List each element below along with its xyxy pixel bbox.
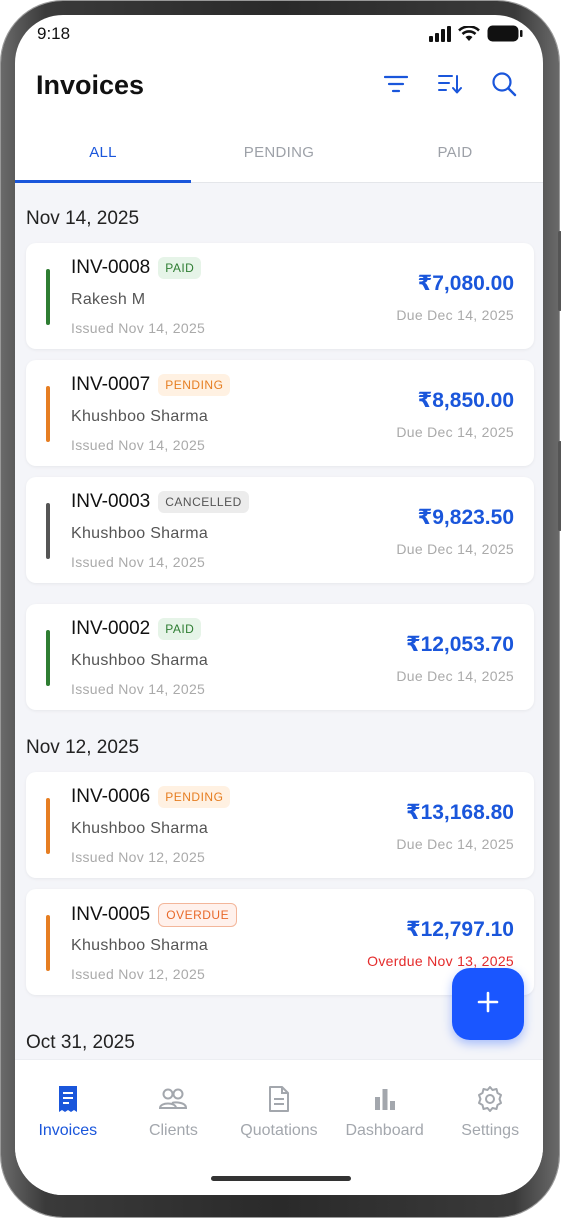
status-badge: CANCELLED (158, 491, 249, 513)
invoice-icon (53, 1084, 83, 1114)
invoice-card[interactable]: INV-0006 PENDING Khushboo Sharma Issued … (26, 772, 534, 878)
status-badge: OVERDUE (158, 903, 238, 927)
nav-item-quotations[interactable]: Quotations (226, 1060, 332, 1140)
tab-paid[interactable]: PAID (367, 133, 543, 182)
client-name: Khushboo Sharma (71, 652, 209, 669)
invoice-amount: ₹12,797.10 (405, 918, 514, 941)
issued-date: Issued Nov 12, 2025 (71, 849, 206, 865)
invoice-number: INV-0007 (71, 374, 151, 395)
issued-date: Issued Nov 14, 2025 (71, 681, 206, 697)
tab-bar: ALL PENDING PAID (15, 133, 543, 183)
status-bar-indicator (46, 915, 50, 971)
invoice-card[interactable]: INV-0002 PAID Khushboo Sharma Issued Nov… (26, 604, 534, 710)
app-bar: Invoices (15, 63, 543, 115)
nav-label: Quotations (240, 1122, 318, 1139)
search-icon (491, 71, 517, 102)
gear-icon (475, 1084, 505, 1114)
overdue-date: Overdue Nov 13, 2025 (367, 953, 514, 969)
status-badge: PAID (158, 618, 202, 640)
invoice-header-row: INV-0008 PAID (71, 257, 202, 279)
status-bar-indicator (46, 798, 50, 854)
issued-date: Issued Nov 14, 2025 (71, 320, 206, 336)
status-badge: PAID (158, 257, 202, 279)
home-indicator (211, 1176, 351, 1181)
invoice-header-row: INV-0007 PENDING (71, 374, 231, 396)
nav-label: Clients (148, 1122, 198, 1139)
nav-item-invoices[interactable]: Invoices (15, 1060, 121, 1140)
battery-icon (487, 25, 523, 47)
signal-icon (429, 25, 451, 47)
invoice-header-row: INV-0005 OVERDUE (71, 903, 238, 927)
invoice-amount: ₹8,850.00 (417, 389, 514, 412)
phone-frame: 9:18 Invoices ALL PENDING PAID Nov 14, 2… (1, 1, 561, 1217)
due-date: Due Dec 14, 2025 (396, 668, 514, 684)
nav-label: Dashboard (345, 1122, 424, 1139)
client-name: Rakesh M (71, 291, 146, 308)
due-date: Due Dec 14, 2025 (396, 307, 514, 323)
status-bar-indicator (46, 269, 50, 325)
invoice-list[interactable]: Nov 14, 2025 INV-0008 PAID Rakesh M Issu… (15, 183, 543, 1059)
nav-item-clients[interactable]: Clients (121, 1060, 227, 1140)
bar-chart-icon (370, 1084, 400, 1114)
users-icon (158, 1084, 188, 1114)
invoice-number: INV-0005 (71, 904, 151, 925)
nav-item-settings[interactable]: Settings (437, 1060, 543, 1140)
invoice-header-row: INV-0003 CANCELLED (71, 491, 249, 513)
status-bar: 9:18 (15, 15, 543, 53)
invoice-card[interactable]: INV-0007 PENDING Khushboo Sharma Issued … (26, 360, 534, 466)
wifi-icon (458, 24, 480, 47)
document-icon (264, 1084, 294, 1114)
invoice-number: INV-0003 (71, 491, 151, 512)
plus-icon (477, 991, 499, 1018)
nav-label: Invoices (38, 1122, 98, 1139)
page-title: Invoices (36, 70, 145, 100)
bottom-nav: Invoices Clients Quotations Dashboard Se… (15, 1059, 543, 1195)
status-time: 9:18 (37, 24, 71, 43)
client-name: Khushboo Sharma (71, 937, 209, 954)
search-button[interactable] (489, 71, 519, 101)
invoice-number: INV-0006 (71, 786, 151, 807)
status-bar-indicator (46, 630, 50, 686)
client-name: Khushboo Sharma (71, 408, 209, 425)
status-bar-indicator (46, 386, 50, 442)
date-header: Nov 12, 2025 (26, 737, 140, 758)
filter-button[interactable] (381, 71, 411, 101)
client-name: Khushboo Sharma (71, 820, 209, 837)
invoice-number: INV-0002 (71, 618, 151, 639)
issued-date: Issued Nov 14, 2025 (71, 437, 206, 453)
due-date: Due Dec 14, 2025 (396, 424, 514, 440)
issued-date: Issued Nov 12, 2025 (71, 966, 206, 982)
invoice-header-row: INV-0006 PENDING (71, 786, 231, 808)
app-actions (381, 71, 519, 101)
status-badge: PENDING (158, 374, 231, 396)
invoice-amount: ₹13,168.80 (405, 801, 514, 824)
issued-date: Issued Nov 14, 2025 (71, 554, 206, 570)
sort-icon (438, 73, 462, 100)
invoice-amount: ₹7,080.00 (417, 272, 514, 295)
nav-item-dashboard[interactable]: Dashboard (332, 1060, 438, 1140)
screen: 9:18 Invoices ALL PENDING PAID Nov 14, 2… (15, 15, 543, 1195)
invoice-card[interactable]: INV-0003 CANCELLED Khushboo Sharma Issue… (26, 477, 534, 583)
status-badge: PENDING (158, 786, 231, 808)
date-header: Nov 14, 2025 (26, 208, 140, 229)
due-date: Due Dec 14, 2025 (396, 836, 514, 852)
sort-button[interactable] (435, 71, 465, 101)
filter-icon (383, 74, 409, 99)
tab-pending[interactable]: PENDING (191, 133, 367, 182)
status-icons (429, 24, 523, 47)
due-date: Due Dec 14, 2025 (396, 541, 514, 557)
add-invoice-button[interactable] (452, 968, 524, 1040)
status-bar-indicator (46, 503, 50, 559)
client-name: Khushboo Sharma (71, 525, 209, 542)
invoice-number: INV-0008 (71, 257, 151, 278)
invoice-header-row: INV-0002 PAID (71, 618, 202, 640)
nav-label: Settings (461, 1122, 520, 1139)
invoice-amount: ₹9,823.50 (417, 506, 514, 529)
invoice-amount: ₹12,053.70 (405, 633, 514, 656)
tab-all[interactable]: ALL (15, 133, 191, 183)
date-header: Oct 31, 2025 (26, 1032, 135, 1053)
invoice-card[interactable]: INV-0008 PAID Rakesh M Issued Nov 14, 20… (26, 243, 534, 349)
